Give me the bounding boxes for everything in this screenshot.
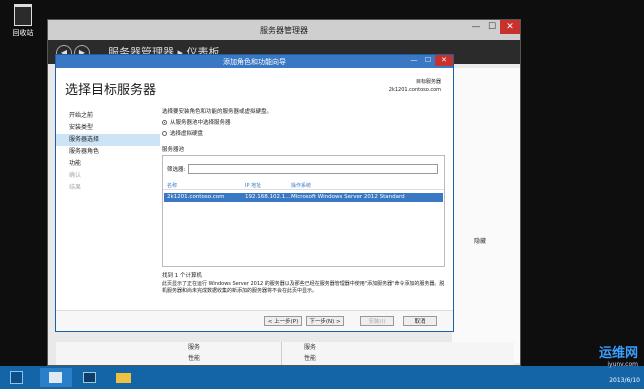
tile-divider <box>281 342 282 365</box>
start-button[interactable] <box>2 368 34 387</box>
next-button[interactable]: 下一步(N) > <box>306 316 344 326</box>
row-ip: 192.168.102.1... <box>245 194 291 200</box>
wizard-content: 选择要安装角色和功能的服务器或虚拟硬盘。 从服务器池中选择服务器 选择虚拟硬盘 … <box>162 107 445 295</box>
destination-label: 目标服务器 <box>415 79 441 85</box>
destination-server: 目标服务器 2k1201.contoso.com <box>389 78 441 94</box>
taskbar-server-manager[interactable] <box>40 368 72 387</box>
wizard-title: 添加角色和功能向导 <box>223 58 286 66</box>
recycle-bin-label: 回收站 <box>12 29 34 37</box>
install-button: 安装(I) <box>360 316 394 326</box>
watermark: 运维网 iyunv.com <box>599 342 638 368</box>
wizard-heading: 选择目标服务器 <box>65 83 157 98</box>
option-vhd-label: 选择虚拟硬盘 <box>170 131 204 137</box>
server-manager-title: 服务器管理器 <box>260 26 308 35</box>
step-installation-type[interactable]: 安装类型 <box>56 122 160 134</box>
watermark-title: 运维网 <box>598 346 638 361</box>
hide-link[interactable]: 隐藏 <box>474 236 486 245</box>
wizard-steps: 开始之前 安装类型 服务器选择 服务器角色 功能 确认 结果 <box>56 110 160 194</box>
step-confirmation: 确认 <box>69 172 82 179</box>
taskbar-clock[interactable]: 2013/6/10 <box>609 377 640 384</box>
option-server-pool-label: 从服务器池中选择服务器 <box>170 120 231 126</box>
tile-right-services[interactable]: 服务 <box>304 342 316 353</box>
server-manager-tiles: 服务 性能 服务 性能 <box>56 342 514 365</box>
found-count: 找到 1 个计算机 <box>162 273 202 279</box>
filter-input[interactable] <box>188 164 439 174</box>
folder-icon <box>116 373 131 383</box>
column-ip[interactable]: IP 地址 <box>245 182 261 189</box>
wizard-close-button[interactable]: ✕ <box>435 55 453 66</box>
column-os[interactable]: 操作系统 <box>291 182 311 189</box>
step-server-selection[interactable]: 服务器选择 <box>56 134 160 146</box>
previous-button[interactable]: < 上一步(P) <box>264 316 302 326</box>
wizard-maximize-button[interactable]: ☐ <box>421 55 435 66</box>
instruction-text: 选择要安装角色和功能的服务器或虚拟硬盘。 <box>162 109 273 115</box>
maximize-button[interactable]: ☐ <box>484 20 500 34</box>
option-vhd[interactable]: 选择虚拟硬盘 <box>162 129 445 137</box>
row-os: Microsoft Windows Server 2012 Standard <box>291 194 405 200</box>
tile-left-list: 服务 性能 <box>188 342 200 364</box>
radio-selected-icon[interactable] <box>162 119 167 125</box>
close-button[interactable]: ✕ <box>500 20 520 34</box>
cancel-button[interactable]: 取消 <box>403 316 437 326</box>
row-name: 2k1201.contoso.com <box>167 194 225 200</box>
minimize-button[interactable]: — <box>468 20 484 34</box>
server-manager-icon <box>49 372 62 383</box>
server-pool-label: 服务器池 <box>162 147 185 153</box>
recycle-bin[interactable]: 回收站 <box>6 4 40 38</box>
powershell-icon <box>83 372 96 383</box>
tile-right-performance[interactable]: 性能 <box>304 353 316 364</box>
add-roles-wizard: 添加角色和功能向导 — ☐ ✕ 选择目标服务器 目标服务器 2k1201.con… <box>55 54 454 332</box>
step-results: 结果 <box>69 184 82 191</box>
server-manager-titlebar: 服务器管理器 — ☐ ✕ <box>48 20 520 40</box>
tile-left-performance[interactable]: 性能 <box>188 353 200 364</box>
step-before-you-begin[interactable]: 开始之前 <box>56 110 160 122</box>
column-name[interactable]: 名称 <box>167 182 177 189</box>
option-server-pool[interactable]: 从服务器池中选择服务器 <box>162 118 445 126</box>
step-server-roles[interactable]: 服务器角色 <box>56 146 160 158</box>
server-manager-side-panel <box>452 68 520 363</box>
taskbar-explorer[interactable] <box>108 368 140 387</box>
destination-value: 2k1201.contoso.com <box>388 87 441 93</box>
wizard-minimize-button[interactable]: — <box>407 55 421 66</box>
info-note: 此页显示了正在运行 Windows Server 2012 的服务器以及那些已经… <box>162 281 445 294</box>
filter-row: 筛选器: <box>167 164 439 174</box>
radio-icon[interactable] <box>162 130 167 136</box>
desktop: 回收站 服务器管理器 — ☐ ✕ ◀ ▶ 服务器管理器 ▸ 仪表板 隐藏 服务 … <box>0 0 644 366</box>
step-features[interactable]: 功能 <box>56 158 160 170</box>
recycle-bin-icon <box>14 4 32 26</box>
header-divider <box>163 189 444 190</box>
server-pool-box: 筛选器: 名称 IP 地址 操作系统 2k1201.contoso.com 19… <box>162 155 445 267</box>
table-row[interactable]: 2k1201.contoso.com 192.168.102.1... Micr… <box>164 193 443 202</box>
tile-right-list: 服务 性能 <box>304 342 316 364</box>
wizard-titlebar: 添加角色和功能向导 — ☐ ✕ <box>56 55 453 68</box>
watermark-url: iyunv.com <box>607 361 638 368</box>
filter-label: 筛选器: <box>167 167 186 173</box>
tile-left-services[interactable]: 服务 <box>188 342 200 353</box>
wizard-footer: < 上一步(P) 下一步(N) > 安装(I) 取消 <box>56 310 453 331</box>
windows-icon <box>10 371 23 384</box>
taskbar <box>0 366 644 389</box>
taskbar-powershell[interactable] <box>74 368 106 387</box>
